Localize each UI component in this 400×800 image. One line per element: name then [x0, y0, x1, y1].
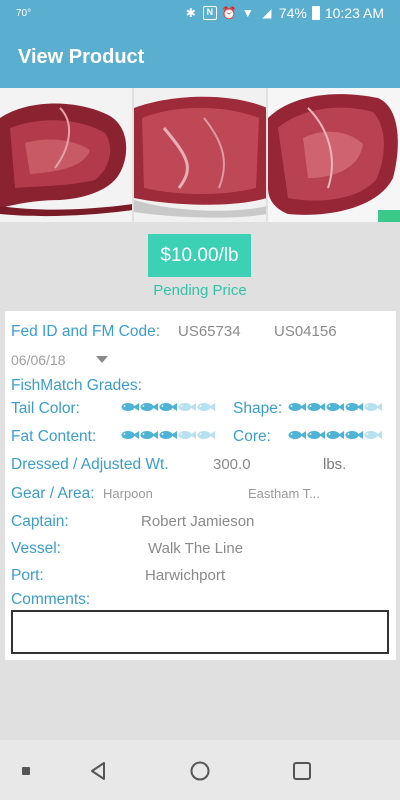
core-label: Core: [233, 428, 271, 445]
tail-color-label: Tail Color: [11, 400, 80, 417]
alarm-icon: ⏰ [221, 6, 237, 20]
bluetooth-icon: ✱ [185, 6, 196, 20]
fish-filled-icon [159, 431, 177, 439]
fish-filled-icon [121, 431, 139, 439]
fed-id-label: Fed ID and FM Code: [11, 323, 161, 340]
product-details-card: Fed ID and FM Code: US65734 US04156 06/0… [5, 311, 396, 660]
fat-content-rating[interactable] [121, 430, 215, 440]
home-icon[interactable] [189, 760, 211, 782]
fish-filled-icon [140, 403, 158, 411]
shape-rating[interactable] [288, 402, 382, 412]
signal-icon: ◢ [262, 6, 272, 20]
port-value: Harwichport [145, 567, 226, 584]
gear-value: Harpoon [103, 486, 153, 501]
weight-label: Dressed / Adjusted Wt. [11, 456, 169, 473]
captain-label: Captain: [11, 513, 69, 530]
fish-filled-icon [307, 431, 325, 439]
vessel-label: Vessel: [11, 540, 61, 557]
product-photos [0, 88, 400, 222]
comments-label: Comments: [11, 591, 91, 608]
back-icon[interactable] [87, 760, 109, 782]
status-bar: 70° ✱ N ⏰ ▼ ◢ 74% 10:23 AM [0, 0, 400, 28]
fish-filled-icon [307, 403, 325, 411]
grades-label: FishMatch Grades: [11, 377, 142, 394]
fat-content-label: Fat Content: [11, 428, 97, 445]
fish-empty-icon [364, 403, 382, 411]
temperature-text: 70° [16, 8, 32, 19]
fish-filled-icon [159, 403, 177, 411]
fed-id-value: US65734 [178, 323, 241, 340]
fish-filled-icon [288, 403, 306, 411]
fish-empty-icon [197, 431, 215, 439]
fish-filled-icon [345, 431, 363, 439]
fish-filled-icon [345, 403, 363, 411]
status-icons: ✱ N ⏰ ▼ ◢ 74% 10:23 AM [184, 5, 384, 21]
wifi-icon: ▼ [241, 6, 254, 20]
tail-color-rating[interactable] [121, 402, 215, 412]
fish-filled-icon [140, 431, 158, 439]
product-photo-2[interactable] [134, 88, 266, 222]
fish-empty-icon [364, 431, 382, 439]
fish-empty-icon [197, 403, 215, 411]
fish-filled-icon [326, 431, 344, 439]
overview-icon[interactable] [291, 760, 313, 782]
fish-empty-icon [178, 431, 196, 439]
weight-value: 300.0 [213, 456, 251, 473]
fish-filled-icon [288, 431, 306, 439]
fish-filled-icon [326, 403, 344, 411]
fish-filled-icon [121, 403, 139, 411]
date-dropdown-icon[interactable] [96, 356, 108, 363]
captain-value: Robert Jamieson [141, 513, 255, 530]
system-nav-bar [0, 740, 400, 800]
port-label: Port: [11, 567, 44, 584]
product-photo-1[interactable] [0, 88, 132, 222]
comments-field[interactable] [11, 610, 389, 654]
core-rating[interactable] [288, 430, 382, 440]
fish-empty-icon [178, 403, 196, 411]
page-title: View Product [18, 46, 145, 68]
recent-dot-icon[interactable] [22, 767, 30, 775]
product-photo-3[interactable] [268, 88, 400, 222]
date-value[interactable]: 06/06/18 [11, 352, 66, 368]
battery-icon [311, 6, 320, 20]
app-bar: View Product [0, 28, 400, 88]
clock-time: 10:23 AM [324, 5, 384, 21]
price-button[interactable]: $10.00/lb [148, 234, 251, 277]
nfc-icon: N [202, 6, 217, 20]
price-status: Pending Price [153, 282, 247, 299]
battery-percent: 74% [278, 5, 307, 21]
vessel-value: Walk The Line [148, 540, 244, 557]
area-value: Eastham T... [248, 486, 321, 501]
shape-label: Shape: [233, 400, 283, 417]
weight-unit: lbs. [323, 456, 347, 473]
fm-code-value: US04156 [274, 323, 337, 340]
gear-area-label: Gear / Area: [11, 485, 95, 502]
